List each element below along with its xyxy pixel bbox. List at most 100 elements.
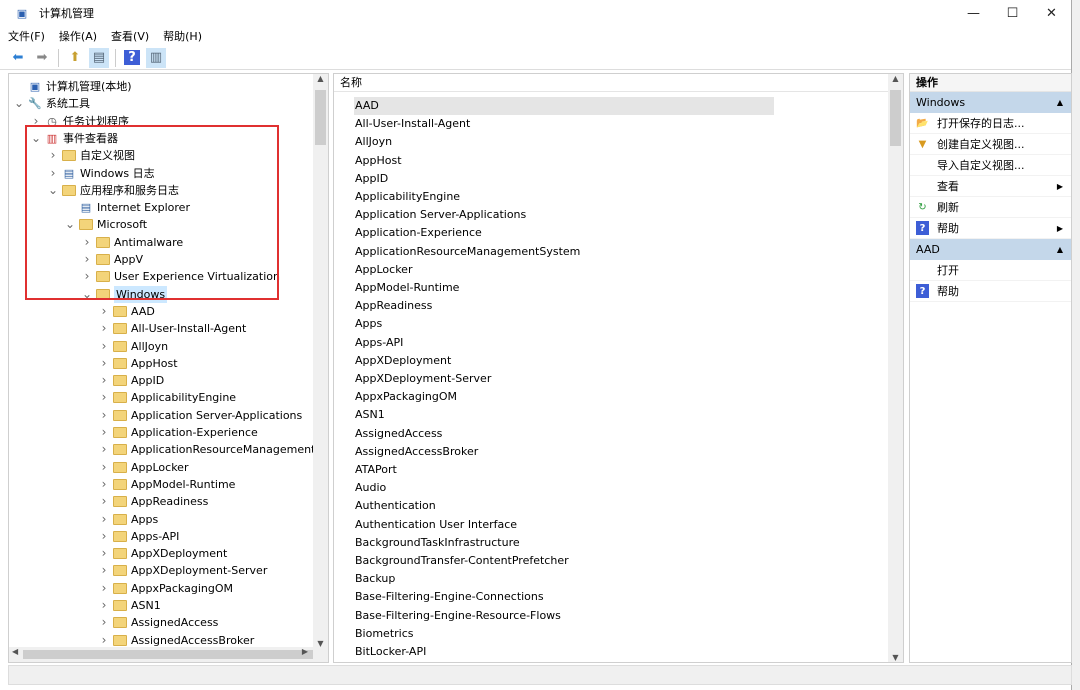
list-item[interactable]: AppxPackagingOM	[354, 388, 774, 406]
action-item[interactable]: ↻ 刷新	[910, 197, 1071, 218]
scroll-thumb[interactable]	[315, 90, 326, 145]
chevron-right-icon[interactable]: ›	[98, 372, 110, 389]
tree-item[interactable]: › AppModel-Runtime	[98, 476, 236, 493]
chevron-right-icon[interactable]: ›	[98, 355, 110, 372]
list-item[interactable]: Biometrics	[354, 625, 774, 643]
list-item[interactable]: Backup	[354, 570, 774, 588]
chevron-right-icon[interactable]: ›	[98, 338, 110, 355]
action-item[interactable]: 📂 打开保存的日志...	[910, 113, 1071, 134]
list-item[interactable]: Application Server-Applications	[354, 206, 774, 224]
list-item[interactable]: BackgroundTransfer-ContentPrefetcher	[354, 552, 774, 570]
list-item[interactable]: ApplicationResourceManagementSystem	[354, 243, 774, 261]
list-item[interactable]: AllJoyn	[354, 133, 774, 151]
list-item[interactable]: All-User-Install-Agent	[354, 115, 774, 133]
chevron-right-icon[interactable]: ›	[98, 389, 110, 406]
list-item[interactable]: Apps-API	[354, 334, 774, 352]
action-item[interactable]: ? 帮助 ▶	[910, 218, 1071, 239]
tree-item[interactable]: › AppXDeployment	[98, 545, 228, 562]
chevron-right-icon[interactable]: ›	[98, 476, 110, 493]
close-button[interactable]: ✕	[1032, 0, 1071, 26]
collapse-icon[interactable]: ▲	[1057, 239, 1063, 260]
chevron-down-icon[interactable]: ⌄	[13, 95, 25, 112]
collapse-icon[interactable]: ▲	[1057, 92, 1063, 113]
action-item[interactable]: ▼ 创建自定义视图...	[910, 134, 1071, 155]
chevron-right-icon[interactable]: ›	[98, 614, 110, 631]
menu-view[interactable]: 查看(V)	[111, 28, 149, 44]
chevron-right-icon[interactable]: ›	[98, 597, 110, 614]
tree-item[interactable]: › AssignedAccess	[98, 614, 219, 631]
minimize-button[interactable]: —	[954, 0, 993, 26]
tree-item[interactable]: › AppLocker	[98, 459, 189, 476]
list-item[interactable]: ApplicabilityEngine	[354, 188, 774, 206]
tree-item[interactable]: › AppXDeployment-Server	[98, 562, 268, 579]
list-item[interactable]: AssignedAccessBroker	[354, 443, 774, 461]
up-icon[interactable]: ⬆	[65, 48, 85, 68]
chevron-right-icon[interactable]: ›	[98, 424, 110, 441]
action-item[interactable]: ? 帮助	[910, 281, 1071, 302]
actions-section-header[interactable]: AAD ▲	[910, 239, 1071, 260]
list-item[interactable]: Authentication User Interface	[354, 516, 774, 534]
list-item[interactable]: BitLocker-API	[354, 643, 774, 661]
chevron-right-icon[interactable]: ›	[98, 511, 110, 528]
tree-item[interactable]: ⌄ 🔧 系统工具	[13, 95, 90, 112]
list-item[interactable]: AppHost	[354, 152, 774, 170]
tree-item[interactable]: › Apps-API	[98, 528, 180, 545]
tree-item[interactable]: › Application Server-Applications	[98, 407, 303, 424]
list-item[interactable]: Base-Filtering-Engine-Connections	[354, 588, 774, 606]
tree-item[interactable]: › AAD	[98, 303, 155, 320]
tree-item[interactable]: › AppHost	[98, 355, 178, 372]
action-item[interactable]: 导入自定义视图...	[910, 155, 1071, 176]
list-item[interactable]: BackgroundTaskInfrastructure	[354, 534, 774, 552]
chevron-right-icon[interactable]: ›	[98, 580, 110, 597]
scroll-thumb[interactable]	[890, 90, 901, 146]
chevron-right-icon[interactable]: ›	[98, 441, 110, 458]
list-item[interactable]: Base-Filtering-Engine-Resource-Flows	[354, 607, 774, 625]
list-item[interactable]: AppReadiness	[354, 297, 774, 315]
list-item[interactable]: AppID	[354, 170, 774, 188]
action-item[interactable]: 打开	[910, 260, 1071, 281]
show-hide-action-pane-icon[interactable]: ▥	[146, 47, 166, 68]
chevron-right-icon[interactable]: ›	[98, 407, 110, 424]
actions-section-header[interactable]: Windows ▲	[910, 92, 1071, 113]
menu-help[interactable]: 帮助(H)	[163, 28, 202, 44]
tree-item[interactable]: › Application-Experience	[98, 424, 258, 441]
tree-horizontal-scrollbar[interactable]: ◀ ▶	[9, 647, 328, 662]
list-item[interactable]: AppModel-Runtime	[354, 279, 774, 297]
tree-item[interactable]: › Apps	[98, 511, 159, 528]
chevron-right-icon[interactable]: ›	[98, 562, 110, 579]
tree-item[interactable]: ▣ 计算机管理(本地)	[13, 78, 132, 95]
tree-item[interactable]: › All-User-Install-Agent	[98, 320, 247, 337]
forward-icon[interactable]: ➡	[32, 48, 52, 68]
back-icon[interactable]: ⬅	[8, 48, 28, 68]
chevron-right-icon[interactable]: ›	[98, 493, 110, 510]
tree-item[interactable]: › ApplicabilityEngine	[98, 389, 236, 406]
tree-item[interactable]: › AppxPackagingOM	[98, 580, 233, 597]
chevron-right-icon[interactable]: ›	[98, 528, 110, 545]
list-item[interactable]: Application-Experience	[354, 224, 774, 242]
tree-item[interactable]: › AppID	[98, 372, 165, 389]
scroll-thumb[interactable]	[23, 650, 313, 659]
list-item[interactable]: Authentication	[354, 497, 774, 515]
list-item[interactable]: Audio	[354, 479, 774, 497]
list-item[interactable]: AAD	[354, 97, 774, 115]
list-item[interactable]: AppXDeployment-Server	[354, 370, 774, 388]
tree-vertical-scrollbar[interactable]: ▲ ▼	[313, 74, 328, 648]
chevron-right-icon[interactable]: ›	[98, 459, 110, 476]
tree-item[interactable]: › AppReadiness	[98, 493, 209, 510]
action-item[interactable]: 查看 ▶	[910, 176, 1071, 197]
list-item[interactable]: AssignedAccess	[354, 425, 774, 443]
list-item[interactable]: ASN1	[354, 406, 774, 424]
list-item[interactable]: Apps	[354, 315, 774, 333]
list-vertical-scrollbar[interactable]: ▲ ▼	[888, 74, 903, 662]
menu-file[interactable]: 文件(F)	[8, 28, 45, 44]
tree-item[interactable]: › ApplicationResourceManagementSys	[98, 441, 328, 458]
column-header-name[interactable]: 名称	[334, 74, 903, 92]
tree-item[interactable]: › AllJoyn	[98, 338, 169, 355]
chevron-right-icon[interactable]: ›	[98, 320, 110, 337]
chevron-right-icon[interactable]: ›	[98, 303, 110, 320]
chevron-right-icon[interactable]: ›	[98, 545, 110, 562]
tree-item[interactable]: › ASN1	[98, 597, 161, 614]
list-item[interactable]: ATAPort	[354, 461, 774, 479]
help-icon[interactable]: ?	[122, 48, 142, 68]
menu-action[interactable]: 操作(A)	[59, 28, 97, 44]
